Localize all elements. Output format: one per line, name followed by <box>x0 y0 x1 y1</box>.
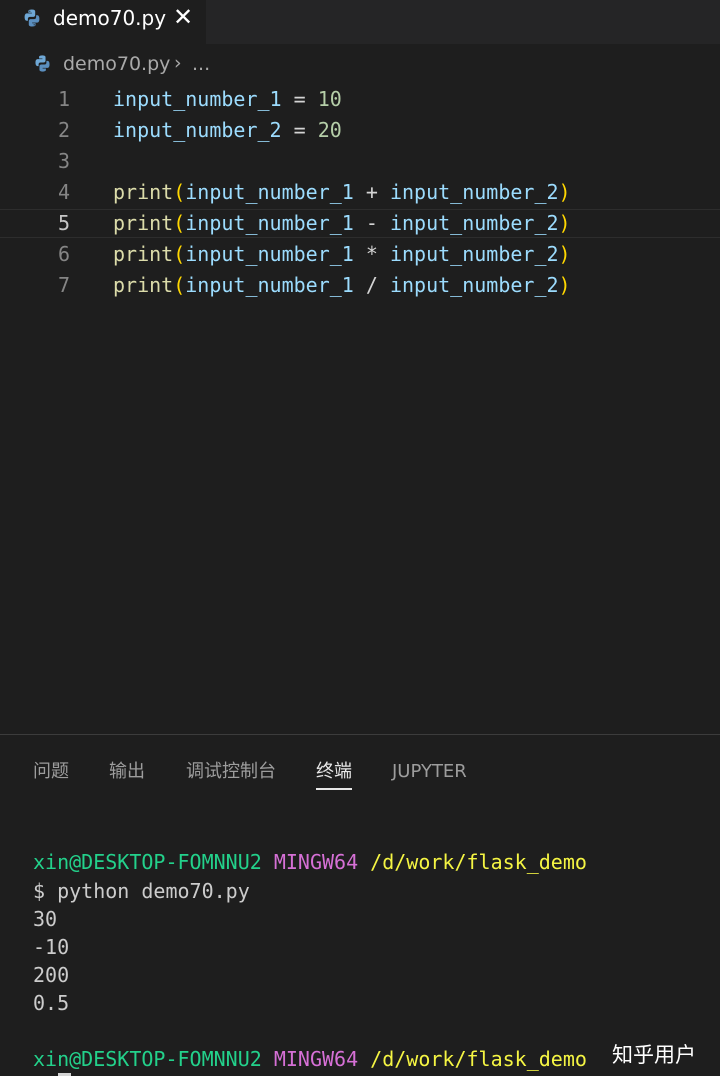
breadcrumb: demo70.py › ... <box>0 44 720 84</box>
code-token: ) <box>558 242 571 266</box>
breadcrumb-symbols[interactable]: ... <box>192 53 210 75</box>
line-number: 2 <box>57 118 70 142</box>
code-token: print <box>113 273 174 297</box>
code-token: + <box>353 180 390 204</box>
code-token: = <box>281 87 318 111</box>
line-number: 4 <box>57 180 70 204</box>
watermark: 知乎用户 <box>612 1043 696 1067</box>
bottom-panel: 问题 输出 调试控制台 终端 JUPYTER xin@DESKTOP-FOMNN… <box>0 734 720 1076</box>
terminal-command: $ python demo70.py <box>33 879 250 903</box>
code-token: 20 <box>317 118 342 142</box>
code-token: input_number_1 <box>113 87 282 111</box>
code-text: print(input_number_1 * input_number_2) <box>113 239 571 270</box>
code-text: input_number_1 = 10 <box>113 84 342 115</box>
prompt-path: /d/work/flask_demo <box>370 850 587 874</box>
breadcrumb-file[interactable]: demo70.py <box>63 53 170 75</box>
code-token: input_number_2 <box>389 273 559 297</box>
code-token: ( <box>173 211 186 235</box>
code-token: print <box>113 180 174 204</box>
code-line: 5 print(input_number_1 - input_number_2) <box>0 208 720 239</box>
tab-label: demo70.py <box>53 6 167 30</box>
prompt-env: MINGW64 <box>273 850 359 874</box>
line-number: 5 <box>57 211 70 235</box>
code-token: ( <box>173 242 186 266</box>
code-line: 4 print(input_number_1 + input_number_2) <box>0 177 720 208</box>
code-token: 10 <box>317 87 342 111</box>
line-number: 3 <box>57 149 70 173</box>
prompt-path: /d/work/flask_demo <box>370 1047 587 1071</box>
code-text: print(input_number_1 / input_number_2) <box>113 270 571 301</box>
code-token: input_number_1 <box>185 211 354 235</box>
prompt-user: xin@DESKTOP-FOMNNU2 <box>33 1047 262 1071</box>
terminal-output-line: 0.5 <box>33 991 70 1015</box>
code-token: = <box>281 118 318 142</box>
code-token: input_number_2 <box>389 180 559 204</box>
terminal-output-line: 200 <box>33 963 70 987</box>
terminal-prompt: xin@DESKTOP-FOMNNU2 MINGW64 /d/work/flas… <box>33 1045 587 1073</box>
code-token: input_number_2 <box>389 242 559 266</box>
line-number: 6 <box>57 242 70 266</box>
chevron-right-icon: › <box>174 52 182 74</box>
editor-tab-bar: demo70.py ✕ <box>0 0 720 44</box>
terminal-output-line: 30 <box>33 907 58 931</box>
code-text: print(input_number_1 + input_number_2) <box>113 177 571 208</box>
code-line: 3 <box>0 146 720 177</box>
code-token: - <box>353 211 390 235</box>
code-text: print(input_number_1 - input_number_2) <box>113 208 571 239</box>
python-icon <box>24 9 40 27</box>
code-token: ) <box>558 273 571 297</box>
code-line: 1 input_number_1 = 10 <box>0 84 720 115</box>
code-token: input_number_2 <box>113 118 282 142</box>
tab-output[interactable]: 输出 <box>109 757 145 787</box>
code-token: input_number_2 <box>389 211 559 235</box>
tab-jupyter[interactable]: JUPYTER <box>392 757 467 787</box>
terminal-output-line: -10 <box>33 935 70 959</box>
code-token: ( <box>173 273 186 297</box>
code-token: * <box>353 242 390 266</box>
tab-debug-console[interactable]: 调试控制台 <box>186 757 276 787</box>
line-number: 1 <box>57 87 70 111</box>
code-token: input_number_1 <box>185 242 354 266</box>
tab-terminal[interactable]: 终端 <box>316 757 352 790</box>
python-icon <box>35 55 50 72</box>
code-token: ( <box>173 180 186 204</box>
tab-demo70[interactable]: demo70.py ✕ <box>0 0 206 44</box>
code-token: ) <box>558 180 571 204</box>
code-token: print <box>113 242 174 266</box>
code-token: print <box>113 211 174 235</box>
code-editor[interactable]: 1 input_number_1 = 10 2 input_number_2 = 20… <box>0 84 720 734</box>
close-icon[interactable]: ✕ <box>172 4 194 30</box>
line-number: 7 <box>57 273 70 297</box>
prompt-user: xin@DESKTOP-FOMNNU2 <box>33 850 262 874</box>
tab-problems[interactable]: 问题 <box>33 757 69 787</box>
code-text: input_number_2 = 20 <box>113 115 342 146</box>
code-token: / <box>353 273 390 297</box>
terminal-prompt: xin@DESKTOP-FOMNNU2 MINGW64 /d/work/flas… <box>33 848 587 876</box>
vscode-window: demo70.py ✕ demo70.py › ... 1 input_numbe… <box>0 0 720 1076</box>
code-token: ) <box>558 211 571 235</box>
code-line: 2 input_number_2 = 20 <box>0 115 720 146</box>
code-line: 7 print(input_number_1 / input_number_2) <box>0 270 720 301</box>
prompt-env: MINGW64 <box>273 1047 359 1071</box>
code-token: input_number_1 <box>185 180 354 204</box>
code-token: input_number_1 <box>185 273 354 297</box>
code-line: 6 print(input_number_1 * input_number_2) <box>0 239 720 270</box>
